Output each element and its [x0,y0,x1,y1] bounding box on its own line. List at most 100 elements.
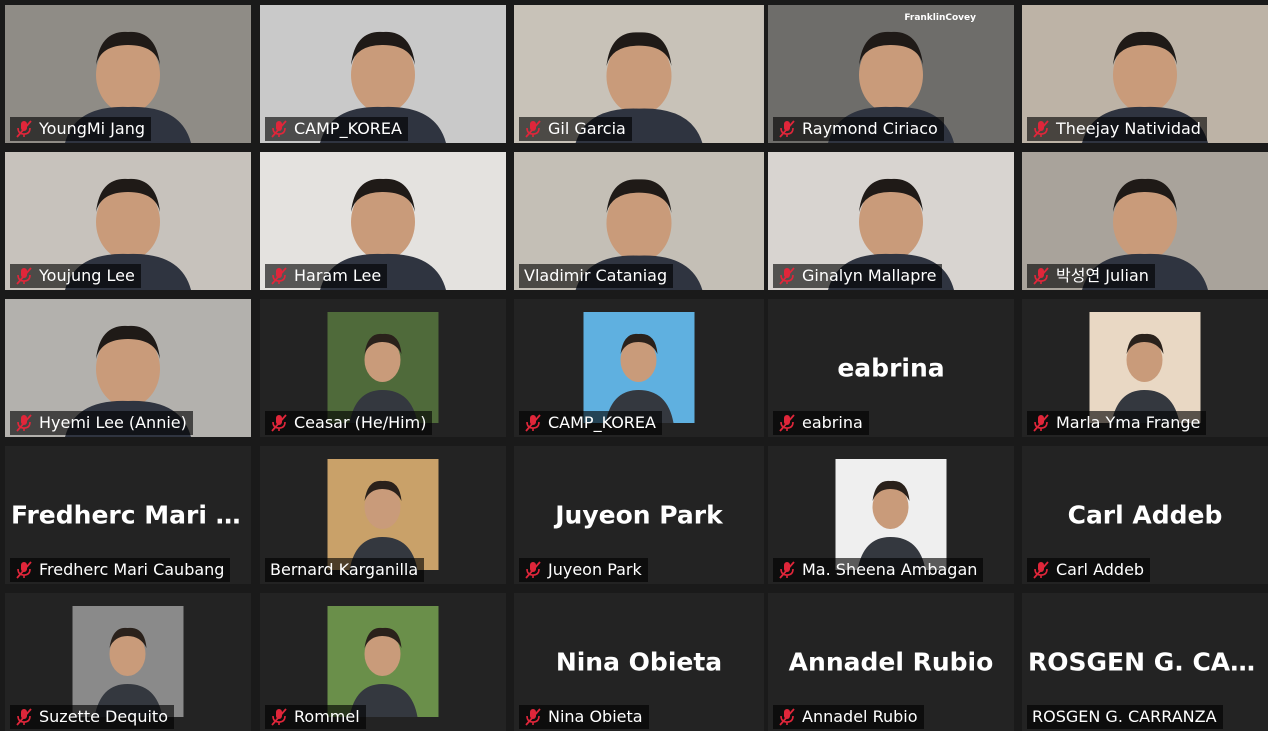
participant-tile[interactable]: Bernard Karganilla [260,446,506,584]
participant-name: Youjung Lee [39,266,135,285]
profile-photo [583,312,695,423]
profile-photo [835,459,947,570]
display-name: eabrina [837,353,945,383]
profile-picture [327,459,439,570]
participant-name-label: Youjung Lee [10,264,141,288]
profile-photo [327,459,439,570]
participant-name-label: Marla Yma Frange [1027,411,1207,435]
participant-tile[interactable]: Carl Addeb Carl Addeb [1022,446,1268,584]
participant-name-label: 박성연 Julian [1027,264,1155,288]
participant-tile[interactable]: Gil Garcia [514,5,764,143]
participant-name-label: Gil Garcia [519,117,632,141]
mic-muted-icon [779,561,795,579]
participant-tile[interactable]: Hyemi Lee (Annie) [5,299,251,437]
participant-name-label: Suzette Dequito [10,705,174,729]
mic-muted-icon [1033,561,1049,579]
display-name: Fredherc Mari C... [11,500,251,530]
profile-picture [835,459,947,570]
participant-name: Ceasar (He/Him) [294,413,427,432]
participant-name-label: Rommel [265,705,366,729]
participant-name: Ginalyn Mallapre [802,266,937,285]
mic-muted-icon [16,708,32,726]
display-name: Annadel Rubio [788,647,994,677]
participant-name-label: Raymond Ciriaco [773,117,944,141]
display-name: Juyeon Park [555,500,723,530]
participant-name: Carl Addeb [1056,560,1145,579]
profile-photo [72,606,184,717]
participant-name-label: CAMP_KOREA [519,411,662,435]
mic-muted-icon [779,120,795,138]
participant-name: Juyeon Park [548,560,642,579]
profile-photo [327,312,439,423]
participant-tile[interactable]: Annadel Rubio Annadel Rubio [768,593,1014,731]
profile-photo [1089,312,1201,423]
participant-name: Suzette Dequito [39,707,168,726]
mic-muted-icon [1033,267,1049,285]
participant-name: CAMP_KOREA [294,119,402,138]
participant-tile[interactable]: Haram Lee [260,152,506,290]
participant-tile[interactable]: Ginalyn Mallapre [768,152,1014,290]
participant-tile[interactable]: Rommel [260,593,506,731]
participant-name-label: Theejay Natividad [1027,117,1207,141]
participant-tile[interactable]: Ma. Sheena Ambagan [768,446,1014,584]
participant-tile[interactable]: YoungMi Jang [5,5,251,143]
participant-name-label: Haram Lee [265,264,388,288]
mic-muted-icon [1033,120,1049,138]
participant-name: ROSGEN G. CARRANZA [1032,707,1217,726]
participant-tile[interactable]: Vladimir Cataniag [514,152,764,290]
participant-tile[interactable]: Ceasar (He/Him) [260,299,506,437]
profile-picture [327,312,439,423]
display-name: Carl Addeb [1067,500,1223,530]
mic-muted-icon [16,267,32,285]
participant-name: Ma. Sheena Ambagan [802,560,978,579]
participant-name: YoungMi Jang [39,119,146,138]
mic-muted-icon [271,414,287,432]
participant-name-label: eabrina [773,411,869,435]
participant-tile[interactable]: eabrina eabrina [768,299,1014,437]
profile-picture [72,606,184,717]
participant-tile[interactable]: Fredherc Mari C... Fredherc Mari Caubang [5,446,251,584]
participant-tile[interactable]: Nina Obieta Nina Obieta [514,593,764,731]
mic-muted-icon [525,414,541,432]
participant-tile[interactable]: Youjung Lee [5,152,251,290]
participant-tile[interactable]: CAMP_KOREA [260,5,506,143]
participant-name: Raymond Ciriaco [802,119,938,138]
participant-name: Bernard Karganilla [270,560,419,579]
participant-name-label: Ginalyn Mallapre [773,264,943,288]
mic-muted-icon [779,267,795,285]
participant-tile[interactable]: CAMP_KOREA [514,299,764,437]
participant-name-label: Ma. Sheena Ambagan [773,558,984,582]
participant-name: eabrina [802,413,863,432]
participant-name: Nina Obieta [548,707,643,726]
mic-muted-icon [271,267,287,285]
participant-tile[interactable]: Marla Yma Frange [1022,299,1268,437]
profile-picture [583,312,695,423]
participant-name-label: YoungMi Jang [10,117,152,141]
mic-muted-icon [16,414,32,432]
participant-name: Annadel Rubio [802,707,918,726]
participant-name: 박성연 Julian [1056,266,1149,285]
participant-tile[interactable]: ROSGEN G. CAR... ROSGEN G. CARRANZA [1022,593,1268,731]
participant-name: Theejay Natividad [1056,119,1201,138]
participant-name-label: Ceasar (He/Him) [265,411,433,435]
participant-tile[interactable]: Juyeon Park Juyeon Park [514,446,764,584]
participant-name-label: Vladimir Cataniag [519,264,674,288]
mic-muted-icon [1033,414,1049,432]
participant-name-label: Carl Addeb [1027,558,1151,582]
participant-tile[interactable]: Suzette Dequito [5,593,251,731]
participant-name-label: Fredherc Mari Caubang [10,558,231,582]
display-name: ROSGEN G. CAR... [1028,647,1268,677]
participant-tile[interactable]: Theejay Natividad [1022,5,1268,143]
participant-name-label: Hyemi Lee (Annie) [10,411,193,435]
mic-muted-icon [16,120,32,138]
mic-muted-icon [525,561,541,579]
participant-name-label: Nina Obieta [519,705,649,729]
participant-name-label: ROSGEN G. CARRANZA [1027,705,1223,729]
mic-muted-icon [16,561,32,579]
participant-name: Fredherc Mari Caubang [39,560,225,579]
participant-tile[interactable]: 박성연 Julian [1022,152,1268,290]
brand-logo: FranklinCovey [904,13,976,23]
participant-tile[interactable]: FranklinCovey Raymond Ciriaco [768,5,1014,143]
mic-muted-icon [779,414,795,432]
participant-name-label: CAMP_KOREA [265,117,408,141]
